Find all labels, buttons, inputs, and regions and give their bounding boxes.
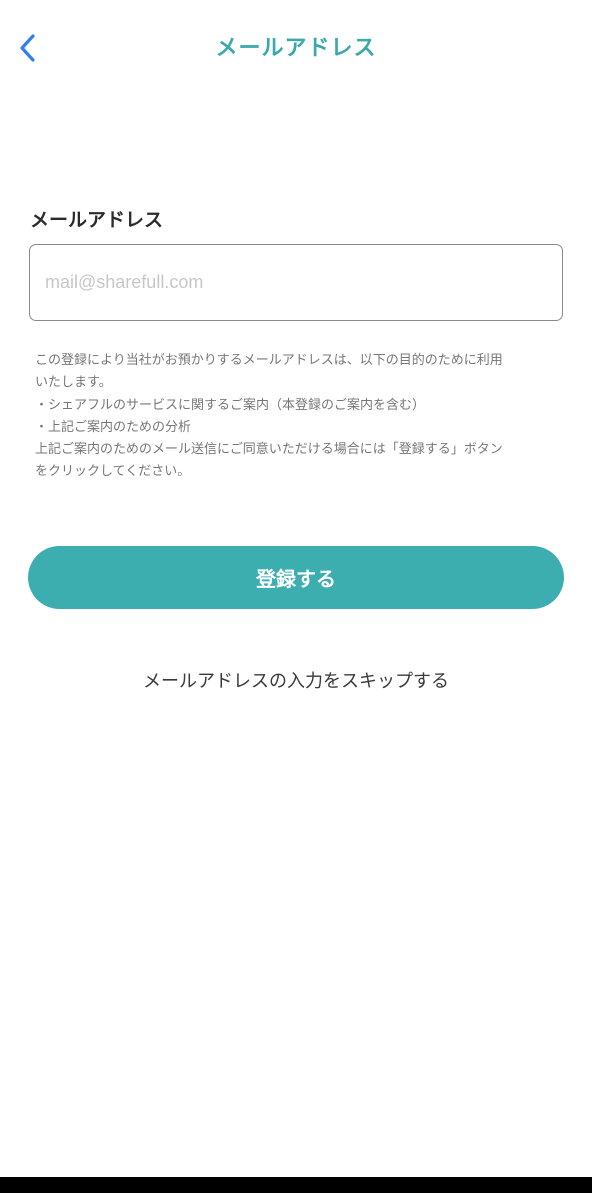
notice-line: 上記ご案内のためのメール送信にご同意いただける場合には「登録する」ボタン [35, 442, 503, 458]
privacy-notice: この登録により当社がお預かりするメールアドレスは、以下の目的のために利用 いたし… [35, 350, 560, 484]
notice-line: いたします。 [35, 375, 112, 391]
notice-line: ・上記ご案内のための分析 [35, 419, 192, 435]
register-button[interactable]: 登録する [28, 546, 564, 609]
skip-email-link[interactable]: メールアドレスの入力をスキップする [0, 667, 592, 693]
bottom-bar [0, 1177, 592, 1193]
page-title: メールアドレス [215, 36, 377, 61]
notice-line: をクリックしてください。 [35, 464, 191, 480]
header-bar: メールアドレス [0, 0, 592, 96]
notice-line: ・シェアフルのサービスに関するご案内（本登録のご案内を含む） [35, 397, 426, 413]
email-input[interactable] [29, 244, 563, 321]
email-label: メールアドレス [30, 209, 164, 231]
notice-line: この登録により当社がお預かりするメールアドレスは、以下の目的のために利用 [35, 353, 503, 368]
